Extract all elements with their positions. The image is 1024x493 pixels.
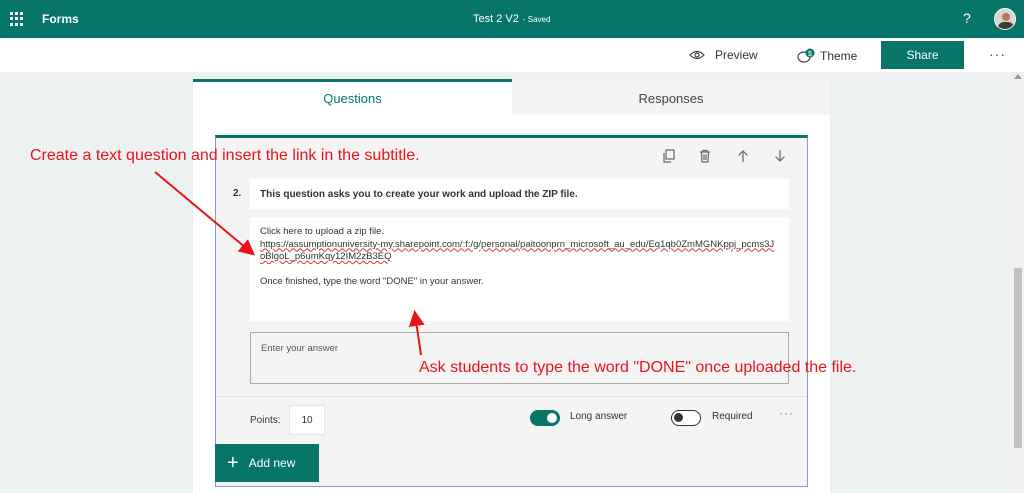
question-number: 2. xyxy=(233,188,242,199)
top-bar: Forms Test 2 V2- Saved ? xyxy=(0,0,1024,38)
required-label: Required xyxy=(712,411,753,422)
scrollbar-thumb[interactable] xyxy=(1014,268,1022,448)
long-answer-toggle[interactable] xyxy=(530,410,560,426)
add-new-button[interactable]: + Add new xyxy=(215,444,319,482)
annotation-bottom: Ask students to type the word "DONE" onc… xyxy=(419,359,857,376)
question-title-field[interactable]: This question asks you to create your wo… xyxy=(250,179,789,209)
theme-label: Theme xyxy=(820,49,858,63)
palette-icon: $ xyxy=(797,48,815,63)
question-subtitle-field[interactable]: Click here to upload a zip file. https:/… xyxy=(250,217,789,321)
upload-link[interactable]: https://assumptionuniversity-my.sharepoi… xyxy=(260,239,774,263)
subtitle-line-1: Click here to upload a zip file. xyxy=(260,226,385,237)
toolbar: Preview $ Theme Share ··· xyxy=(0,38,1024,72)
points-input[interactable]: 10 xyxy=(289,405,325,435)
preview-label: Preview xyxy=(715,48,758,62)
preview-button[interactable]: Preview xyxy=(689,48,758,62)
app-name[interactable]: Forms xyxy=(42,12,79,26)
svg-text:$: $ xyxy=(808,51,812,58)
tab-responses[interactable]: Responses xyxy=(512,79,830,115)
scroll-up-arrow-icon[interactable] xyxy=(1014,74,1022,79)
copy-icon[interactable] xyxy=(662,149,676,163)
add-new-label: Add new xyxy=(248,456,296,470)
required-toggle[interactable] xyxy=(671,410,701,426)
theme-button[interactable]: $ Theme xyxy=(797,48,857,64)
document-title: Test 2 V2- Saved xyxy=(473,13,550,25)
question-more-options-icon[interactable]: ··· xyxy=(779,406,794,420)
annotation-top: Create a text question and insert the li… xyxy=(30,147,420,164)
save-status: - Saved xyxy=(522,15,551,24)
long-answer-label: Long answer xyxy=(570,411,628,422)
more-options-icon[interactable]: ··· xyxy=(989,46,1006,62)
tab-questions[interactable]: Questions xyxy=(193,79,512,115)
app-launcher-icon[interactable] xyxy=(10,12,24,26)
eye-icon xyxy=(689,50,705,60)
share-button[interactable]: Share xyxy=(881,41,964,69)
document-title-text: Test 2 V2 xyxy=(473,13,519,25)
points-label: Points: xyxy=(250,415,281,426)
subtitle-line-2: Once finished, type the word "DONE" in y… xyxy=(260,275,484,287)
plus-icon: + xyxy=(227,452,239,474)
delete-icon[interactable] xyxy=(698,149,712,163)
move-up-icon[interactable] xyxy=(736,149,750,163)
move-down-icon[interactable] xyxy=(773,149,787,163)
avatar[interactable] xyxy=(994,8,1016,30)
help-icon[interactable]: ? xyxy=(963,10,971,26)
